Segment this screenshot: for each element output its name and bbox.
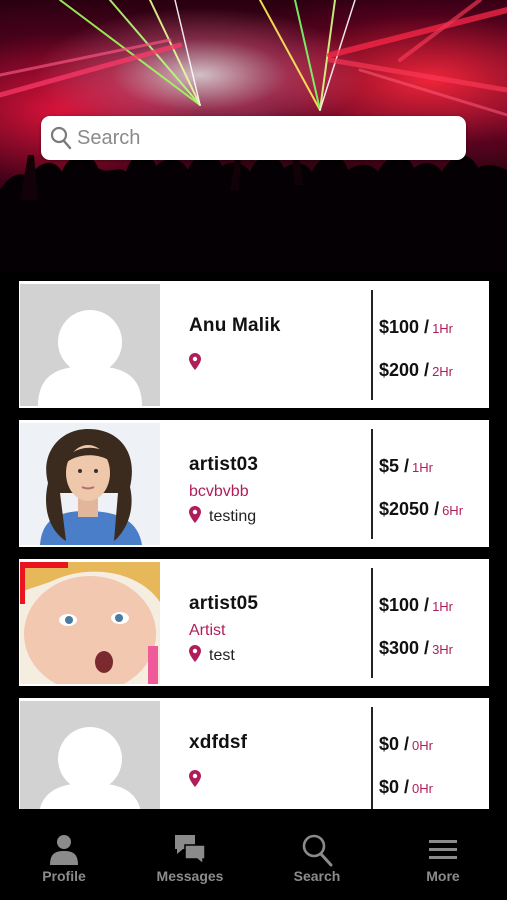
rate-price: $300: [379, 638, 420, 658]
search-icon: [254, 833, 380, 867]
tab-label: Search: [293, 868, 341, 884]
location-pin-icon: [189, 353, 201, 375]
artist-name: Anu Malik: [189, 315, 281, 336]
rate-row: $100/1Hr: [379, 595, 454, 615]
artist-location: test: [189, 645, 235, 667]
artist-location: testing: [189, 506, 256, 528]
child-photo: [20, 562, 160, 684]
location-text: testing: [209, 508, 257, 525]
divider: [371, 707, 373, 809]
rate-row: $0/0Hr: [379, 777, 433, 797]
artist-category: Artist: [189, 622, 226, 639]
divider: [371, 290, 373, 400]
location-text: test: [209, 647, 235, 664]
tab-label: Profile: [42, 868, 86, 884]
artist-name: artist03: [189, 454, 259, 475]
artist-location: [189, 353, 209, 375]
tab-label: Messages: [156, 868, 224, 884]
artist-list[interactable]: Anu Malik $100/1Hr $200/2Hr artist03 bcv…: [0, 272, 507, 809]
rate-price: $0: [379, 777, 400, 797]
rate-row: $300/3Hr: [379, 638, 454, 658]
rate-row: $200/2Hr: [379, 360, 454, 380]
artist-card[interactable]: artist05 Artist test $100/1Hr $300/3Hr: [19, 559, 489, 686]
rate-price: $5: [379, 456, 400, 476]
location-pin-icon: [189, 645, 201, 667]
woman-curly-hair-photo: [20, 423, 160, 545]
search-icon: [50, 126, 72, 155]
person-icon: [1, 833, 127, 867]
artist-name: artist05: [189, 593, 259, 614]
bottom-tab-bar: Profile Messages Search More: [0, 809, 507, 900]
rate-duration: 0Hr: [412, 781, 433, 796]
rate-row: $100/1Hr: [379, 317, 454, 337]
placeholder-avatar: [20, 284, 160, 406]
rate-duration: 0Hr: [412, 738, 433, 753]
tab-profile[interactable]: Profile: [1, 809, 127, 900]
rate-duration: 6Hr: [442, 503, 464, 518]
artist-location: [189, 770, 209, 792]
search-input[interactable]: [77, 116, 457, 160]
search-bar[interactable]: [41, 116, 466, 160]
rate-row: $5/1Hr: [379, 456, 433, 476]
rate-price: $100: [379, 595, 420, 615]
artist-name: xdfdsf: [189, 732, 248, 753]
rate-duration: 3Hr: [432, 642, 454, 657]
rate-price: $0: [379, 734, 400, 754]
tab-search[interactable]: Search: [254, 809, 380, 900]
location-pin-icon: [189, 770, 201, 792]
artist-card[interactable]: artist03 bcvbvbb testing $5/1Hr $2050/6H…: [19, 420, 489, 547]
artist-card[interactable]: xdfdsf $0/0Hr $0/0Hr: [19, 698, 489, 809]
chat-bubbles-icon: [127, 833, 253, 867]
rate-duration: 1Hr: [432, 321, 454, 336]
menu-icon: [380, 833, 506, 867]
location-pin-icon: [189, 506, 201, 528]
placeholder-avatar: [20, 701, 160, 809]
rate-duration: 1Hr: [432, 599, 454, 614]
rate-price: $100: [379, 317, 420, 337]
rate-price: $2050: [379, 499, 430, 519]
artist-card[interactable]: Anu Malik $100/1Hr $200/2Hr: [19, 281, 489, 408]
divider: [371, 568, 373, 678]
divider: [371, 429, 373, 539]
tab-label: More: [426, 868, 460, 884]
artist-category: bcvbvbb: [189, 483, 249, 500]
tab-more[interactable]: More: [380, 809, 506, 900]
rate-row: $0/0Hr: [379, 734, 433, 754]
rate-duration: 2Hr: [432, 364, 454, 379]
rate-price: $200: [379, 360, 420, 380]
rate-row: $2050/6Hr: [379, 499, 464, 519]
rate-duration: 1Hr: [412, 460, 433, 475]
tab-messages[interactable]: Messages: [127, 809, 253, 900]
